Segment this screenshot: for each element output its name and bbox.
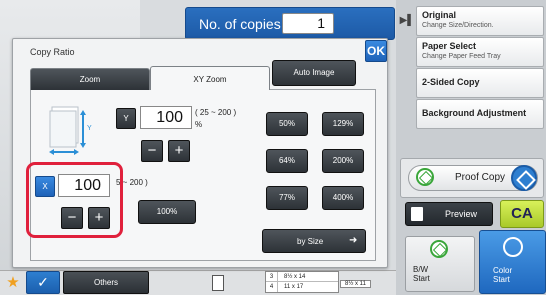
tray-paper-icon: [212, 275, 224, 291]
by-size-button[interactable]: by Size ➜: [262, 229, 366, 253]
tray-size: 11 x 17: [284, 284, 304, 290]
tray-size: 8½ x 14: [284, 274, 306, 280]
check-icon[interactable]: ✓: [26, 271, 60, 294]
bw-start-label: Start: [413, 274, 430, 283]
tray-num: 4: [266, 282, 278, 292]
y-minus-button[interactable]: −: [141, 140, 163, 162]
color-text: Color Start: [493, 266, 512, 284]
color-start-label: Start: [493, 275, 510, 284]
preset-200-button[interactable]: 200%: [322, 149, 364, 173]
bw-text: B/W Start: [413, 265, 430, 283]
preset-77-button[interactable]: 77%: [266, 186, 308, 210]
play-icon[interactable]: ▶▌: [398, 9, 416, 33]
y-ratio-field[interactable]: 100: [140, 106, 192, 129]
tray-row: 4 11 x 17: [266, 282, 338, 292]
bw-label: B/W: [413, 265, 429, 274]
dialog-title: Copy Ratio: [30, 47, 75, 57]
arrow-right-icon: ➜: [349, 235, 358, 246]
paper-xy-icon: Y: [49, 106, 92, 155]
two-sided-copy-button[interactable]: 2-Sided Copy: [416, 68, 544, 98]
svg-text:Y: Y: [87, 125, 92, 132]
preview-label: Preview: [445, 209, 478, 219]
background-adjustment-button[interactable]: Background Adjustment: [416, 99, 544, 129]
paper-select-title: Paper Select: [422, 41, 477, 51]
y-unit-label: %: [195, 120, 203, 129]
reset-100-button[interactable]: 100%: [138, 200, 196, 224]
y-axis-button[interactable]: Y: [116, 108, 136, 129]
bw-diamond-icon: [430, 240, 448, 258]
tab-xy-zoom[interactable]: XY Zoom: [150, 66, 270, 90]
copies-field[interactable]: 1: [282, 13, 334, 34]
y-plus-button[interactable]: +: [168, 140, 190, 162]
ok-button[interactable]: OK: [365, 40, 387, 62]
x-ratio-highlight: [26, 162, 123, 238]
tray-table: 3 8½ x 14 4 11 x 17: [265, 271, 339, 293]
preset-400-button[interactable]: 400%: [322, 186, 364, 210]
auto-image-button[interactable]: Auto Image: [272, 60, 356, 86]
ca-button[interactable]: CA: [500, 200, 544, 228]
copies-label: No. of copies: [199, 16, 281, 32]
proof-copy-label: Proof Copy: [455, 172, 506, 183]
tray-num: 3: [266, 272, 278, 281]
y-range-label: ( 25 ~ 200 ): [195, 108, 237, 117]
preset-64-button[interactable]: 64%: [266, 149, 308, 173]
original-sub: Change Size/Direction.: [422, 22, 494, 29]
tray-extra-size: 8½ x 11: [340, 280, 371, 288]
preset-129-button[interactable]: 129%: [322, 112, 364, 136]
paper-select-button[interactable]: Paper Select Change Paper Feed Tray: [416, 37, 544, 67]
preview-icon: [411, 207, 423, 221]
color-start-diamond-icon[interactable]: [511, 165, 537, 191]
star-icon[interactable]: ★: [3, 273, 23, 293]
background-adjustment-title: Background Adjustment: [422, 108, 527, 118]
preset-50-button[interactable]: 50%: [266, 112, 308, 136]
others-button[interactable]: Others: [63, 271, 149, 294]
paper-select-sub: Change Paper Feed Tray: [422, 53, 501, 60]
original-button[interactable]: Original Change Size/Direction.: [416, 6, 544, 36]
by-size-label: by Size: [297, 237, 324, 246]
two-sided-title: 2-Sided Copy: [422, 77, 480, 87]
proof-diamond-icon: [416, 168, 434, 186]
tray-row: 3 8½ x 14: [266, 272, 338, 282]
color-diamond-icon: [503, 237, 523, 257]
color-label: Color: [493, 266, 513, 275]
original-title: Original: [422, 10, 457, 20]
tab-zoom[interactable]: Zoom: [30, 68, 150, 90]
